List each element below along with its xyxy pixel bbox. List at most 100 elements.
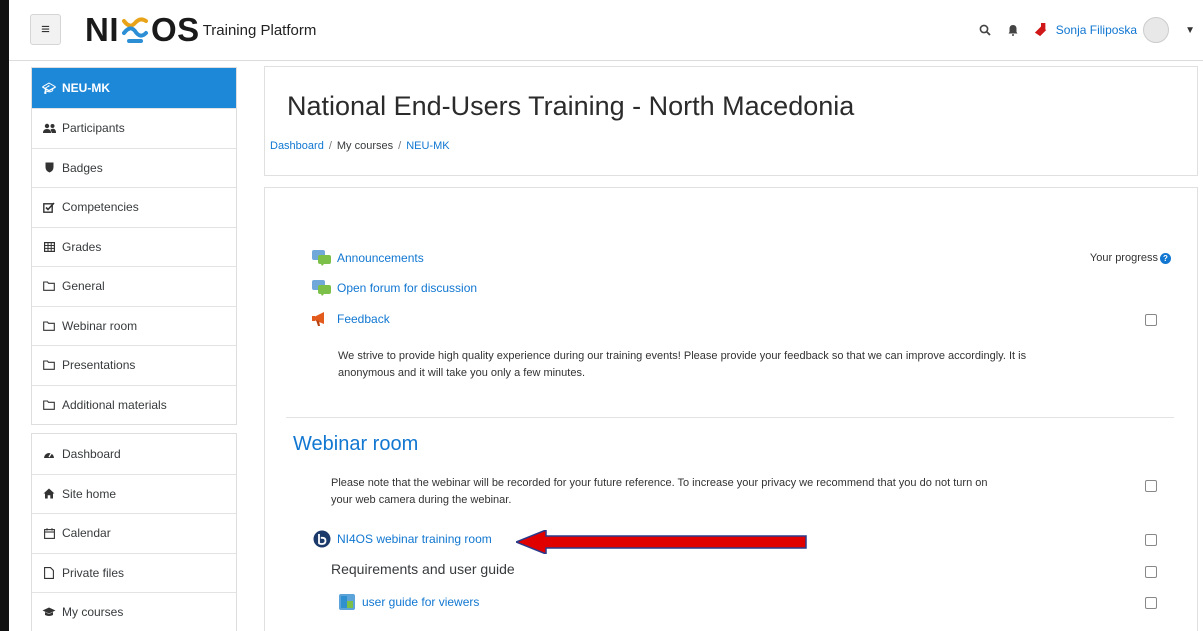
activity-feedback[interactable]: Feedback <box>312 310 390 328</box>
help-icon[interactable]: ? <box>1160 252 1171 264</box>
user-name-link[interactable]: Sonja Filiposka <box>1056 23 1137 37</box>
sidebar-item-site-home[interactable]: Site home <box>32 473 236 514</box>
sidebar-item-dashboard[interactable]: Dashboard <box>32 434 236 474</box>
breadcrumb-neu-mk[interactable]: NEU-MK <box>406 140 449 152</box>
tachometer-icon <box>42 449 56 459</box>
site-logo[interactable]: NI OS Training Platform <box>85 13 316 47</box>
menu-toggle-button[interactable]: ≡ <box>30 14 61 45</box>
completion-checkbox[interactable] <box>1145 480 1157 492</box>
breadcrumb-separator: / <box>328 140 332 152</box>
red-arrow-annotation <box>516 530 807 554</box>
sidebar-item-label: General <box>62 279 105 294</box>
feedback-description-line-2: anonymous and it will take you only a fe… <box>338 367 586 379</box>
site-nav: Dashboard Site home Calendar Private fil… <box>31 433 237 631</box>
forum-icon <box>312 249 332 267</box>
graduation-cap-icon <box>42 607 56 617</box>
activity-webinar-room[interactable]: NI4OS webinar training room <box>312 530 492 548</box>
shield-icon <box>42 162 56 173</box>
sidebar-item-label: Additional materials <box>62 397 167 412</box>
sidebar-item-label: Badges <box>62 160 103 175</box>
home-icon <box>42 488 56 499</box>
open-forum-link[interactable]: Open forum for discussion <box>337 281 477 295</box>
sidebar-item-competencies[interactable]: Competencies <box>32 187 236 227</box>
platform-name: Training Platform <box>202 22 317 39</box>
sidebar-item-label: Grades <box>62 239 102 254</box>
search-icon[interactable] <box>978 23 992 37</box>
sidebar-item-my-courses[interactable]: My courses <box>32 592 236 631</box>
graduation-cap-icon: 🎓︎ <box>42 82 56 95</box>
users-icon <box>42 123 56 134</box>
calendar-icon <box>42 528 56 539</box>
sidebar-item-label: Dashboard <box>62 446 121 461</box>
top-navbar: ≡ NI OS Training Platform Sonja Filiposk… <box>9 0 1203 61</box>
table-icon <box>42 241 56 252</box>
webinar-room-link[interactable]: NI4OS webinar training room <box>337 532 492 546</box>
course-content: Your progress ? Announcements Open forum… <box>264 187 1198 631</box>
webinar-note-line-2: your web camera during the webinar. <box>331 494 512 506</box>
forum-icon <box>312 279 332 297</box>
user-menu-area: Sonja Filiposka ▼ <box>978 17 1195 43</box>
sidebar-item-label: Webinar room <box>62 318 138 333</box>
bell-icon[interactable] <box>1006 23 1020 37</box>
sidebar-item-grades[interactable]: Grades <box>32 226 236 267</box>
sidebar-item-label: My courses <box>62 605 124 620</box>
progress-text: Your progress <box>1089 252 1158 264</box>
sidebar-item-label: Participants <box>62 121 125 136</box>
breadcrumb-my-courses[interactable]: My courses <box>337 140 393 152</box>
folder-icon <box>42 321 56 331</box>
sidebar-item-label: Competencies <box>62 200 139 215</box>
completion-checkbox[interactable] <box>1145 566 1157 578</box>
logo-text-left: NI <box>85 11 119 48</box>
sidebar-item-label: NEU-MK <box>62 81 110 95</box>
sidebar-item-label: Site home <box>62 486 117 501</box>
breadcrumb-separator: / <box>398 140 402 152</box>
progress-label: Your progress ? <box>1090 252 1171 264</box>
user-guide-link[interactable]: user guide for viewers <box>362 595 479 609</box>
webinar-note: Please note that the webinar will be rec… <box>331 475 1131 509</box>
page-header: National End-Users Training - North Mace… <box>264 66 1198 176</box>
completion-checkbox[interactable] <box>1145 597 1157 609</box>
activity-user-guide[interactable]: user guide for viewers <box>337 593 479 611</box>
feedback-link[interactable]: Feedback <box>337 312 390 326</box>
check-square-icon <box>42 202 56 213</box>
sidebar-item-label: Private files <box>62 565 125 580</box>
sidebar-item-webinar-room[interactable]: Webinar room <box>32 305 236 346</box>
section-title-webinar-room[interactable]: Webinar room <box>293 433 418 456</box>
feedback-description: We strive to provide high quality experi… <box>338 348 1168 382</box>
course-nav: 🎓︎ NEU-MK Participants Badges Competenci… <box>31 67 237 425</box>
sidebar-item-presentations[interactable]: Presentations <box>32 345 236 385</box>
activity-announcements[interactable]: Announcements <box>312 249 424 267</box>
announcements-link[interactable]: Announcements <box>337 251 424 265</box>
sidebar: 🎓︎ NEU-MK Participants Badges Competenci… <box>31 67 237 631</box>
section-divider <box>286 417 1174 418</box>
webinar-note-line-1: Please note that the webinar will be rec… <box>331 477 988 489</box>
sidebar-item-neu-mk[interactable]: 🎓︎ NEU-MK <box>32 68 236 108</box>
sidebar-item-label: Calendar <box>62 526 111 541</box>
sidebar-item-general[interactable]: General <box>32 266 236 306</box>
user-avatar[interactable] <box>1143 17 1170 43</box>
folder-icon <box>42 400 56 410</box>
folder-icon <box>42 360 56 371</box>
completion-checkbox[interactable] <box>1145 314 1157 326</box>
sidebar-item-private-files[interactable]: Private files <box>32 552 236 593</box>
file-icon <box>42 566 56 579</box>
feedback-description-line-1: We strive to provide high quality experi… <box>338 350 1027 362</box>
sidebar-item-participants[interactable]: Participants <box>32 108 236 148</box>
sidebar-item-additional-materials[interactable]: Additional materials <box>32 384 236 425</box>
bigbluebutton-icon <box>312 530 332 548</box>
messages-icon[interactable] <box>1034 23 1048 37</box>
breadcrumb-dashboard[interactable]: Dashboard <box>270 140 324 152</box>
megaphone-icon <box>312 310 332 328</box>
sidebar-item-calendar[interactable]: Calendar <box>32 513 236 553</box>
chevron-down-icon[interactable]: ▼ <box>1185 25 1195 36</box>
activity-open-forum[interactable]: Open forum for discussion <box>312 279 477 297</box>
logo-mark-icon <box>122 17 148 43</box>
sidebar-item-label: Presentations <box>62 358 136 373</box>
completion-checkbox[interactable] <box>1145 534 1157 546</box>
requirements-heading: Requirements and user guide <box>331 561 515 577</box>
window-edge <box>0 0 9 631</box>
logo-text-right: OS <box>151 11 200 48</box>
breadcrumb: Dashboard / My courses / NEU-MK <box>270 140 450 152</box>
sidebar-item-badges[interactable]: Badges <box>32 147 236 188</box>
folder-icon <box>42 281 56 292</box>
